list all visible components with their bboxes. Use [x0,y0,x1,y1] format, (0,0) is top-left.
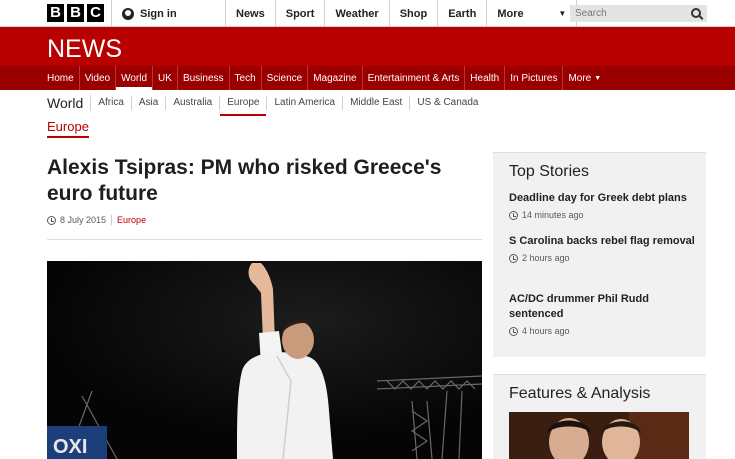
world-subnav-middle-east[interactable]: Middle East [343,95,411,110]
news-nav-tech[interactable]: Tech [230,66,262,90]
logo-letter-c: C [87,4,104,22]
stage-photo-illustration: OXI [47,261,482,459]
top-stories-title: Top Stories [509,163,590,180]
clock-icon [47,215,56,225]
news-nav-magazine[interactable]: Magazine [308,66,363,90]
world-subnav-asia[interactable]: Asia [132,95,167,110]
bbc-global-header: B B C Sign in News Sport Weather Shop Ea… [0,0,735,27]
feature-thumbnail[interactable] [509,412,689,459]
top-story-time: 4 hours ago [509,326,699,336]
world-subnav-us-canada[interactable]: US & Canada [410,96,485,110]
world-subnav: World Africa Asia Australia Europe Latin… [47,90,485,116]
article-date: 8 July 2015 [60,215,107,225]
news-nav-more[interactable]: More ▼ [563,66,606,90]
news-nav-home[interactable]: Home [42,66,80,90]
news-nav-entertainment[interactable]: Entertainment & Arts [363,66,466,90]
top-stories-panel: Top Stories Deadline day for Greek debt … [493,152,706,357]
search-box[interactable] [570,5,707,22]
news-nav: Home Video World UK Business Tech Scienc… [0,66,735,90]
article-headline: Alexis Tsipras: PM who risked Greece's e… [47,156,442,205]
world-subnav-title[interactable]: World [47,94,92,111]
news-nav-business[interactable]: Business [178,66,230,90]
features-title: Features & Analysis [509,385,651,402]
svg-text:OXI: OXI [53,436,87,458]
article-section-link[interactable]: Europe [117,215,146,225]
logo-letter-b2: B [67,4,84,22]
article-photo: OXI [47,261,482,459]
global-nav-more[interactable]: More ▼ [487,0,578,27]
news-logo[interactable]: NEWS [47,35,122,64]
news-banner: NEWS [0,27,735,66]
top-story-time: 14 minutes ago [509,210,699,220]
clock-icon [509,253,518,263]
world-subnav-latin-america[interactable]: Latin America [267,95,344,110]
global-nav-weather[interactable]: Weather [325,0,390,27]
search-input[interactable] [575,8,685,19]
top-story-item[interactable]: AC/DC drummer Phil Rudd sentenced 4 hour… [509,292,699,336]
news-nav-in-pictures[interactable]: In Pictures [505,66,564,90]
top-story-time-label: 14 minutes ago [522,210,584,220]
world-subnav-africa[interactable]: Africa [91,95,132,110]
global-nav-news[interactable]: News [226,0,276,27]
news-nav-uk[interactable]: UK [153,66,178,90]
user-icon [122,7,134,20]
top-story-title[interactable]: Deadline day for Greek debt plans [509,191,699,206]
search-icon[interactable] [691,8,701,18]
top-story-title[interactable]: AC/DC drummer Phil Rudd sentenced [509,292,699,322]
top-story-time-label: 2 hours ago [522,253,570,263]
bbc-logo[interactable]: B B C [47,4,104,22]
article-divider [47,239,482,240]
chevron-down-icon: ▼ [594,74,602,82]
news-nav-video[interactable]: Video [80,66,117,90]
world-subnav-australia[interactable]: Australia [166,95,221,110]
top-story-item[interactable]: S Carolina backs rebel flag removal 2 ho… [509,234,699,263]
signin-link[interactable]: Sign in [111,0,226,27]
more-label: More [497,7,524,20]
logo-letter-b1: B [47,4,64,22]
meta-divider [111,215,113,225]
global-nav: News Sport Weather Shop Earth More ▼ [226,0,578,27]
top-story-time-label: 4 hours ago [522,326,570,336]
news-nav-health[interactable]: Health [465,66,506,90]
features-panel: Features & Analysis [493,374,706,459]
world-subnav-europe[interactable]: Europe [220,95,268,116]
section-label[interactable]: Europe [47,119,89,138]
news-nav-science[interactable]: Science [262,66,309,90]
top-story-time: 2 hours ago [509,253,699,263]
article-meta: 8 July 2015 Europe [47,215,146,225]
top-story-title[interactable]: S Carolina backs rebel flag removal [509,234,699,249]
clock-icon [509,210,518,220]
feature-photo-illustration [509,412,689,459]
global-nav-earth[interactable]: Earth [438,0,488,27]
news-nav-world[interactable]: World [116,66,154,90]
top-story-item[interactable]: Deadline day for Greek debt plans 14 min… [509,191,699,220]
news-nav-more-label: More [568,72,592,84]
chevron-down-icon: ▼ [558,9,567,18]
global-nav-shop[interactable]: Shop [390,0,439,27]
clock-icon [509,326,518,336]
global-nav-sport[interactable]: Sport [276,0,326,27]
signin-label: Sign in [140,7,177,20]
